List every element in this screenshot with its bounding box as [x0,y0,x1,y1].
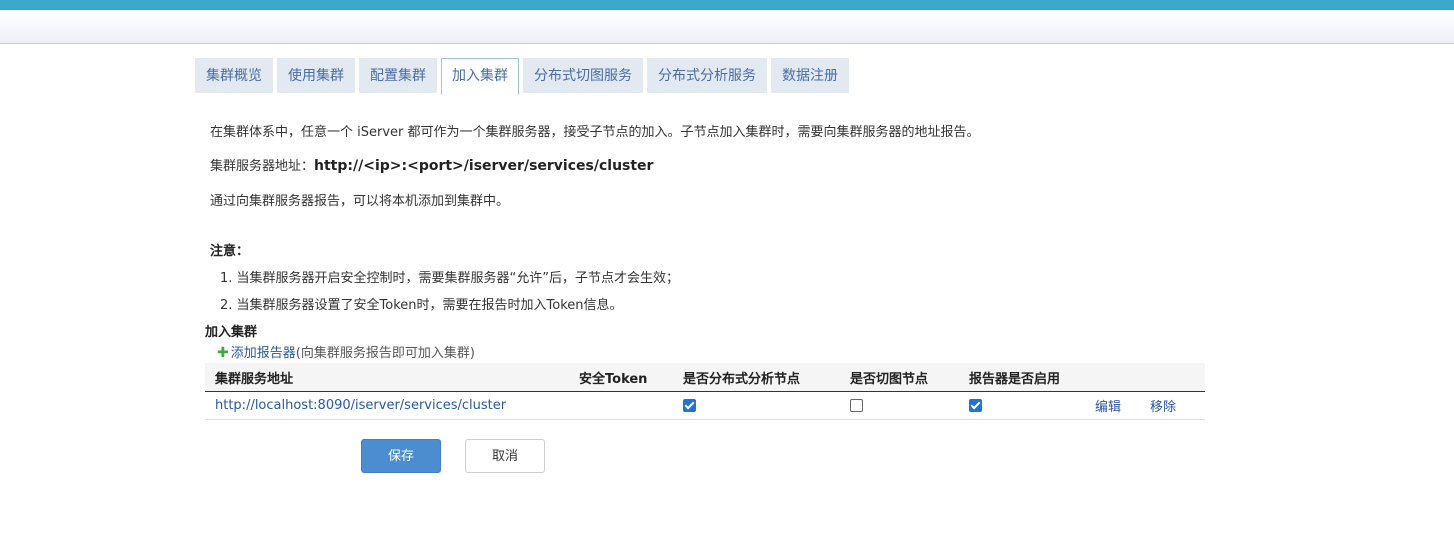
save-button[interactable]: 保存 [361,439,441,473]
top-accent-bar [0,0,1454,10]
remove-link[interactable]: 移除 [1150,400,1176,415]
tab-data-registration[interactable]: 数据注册 [771,58,849,93]
notes-list: 1. 当集群服务器开启安全控制时，需要集群服务器“允许”后，子节点才会生效； 2… [220,269,679,323]
reporter-table: 集群服务地址 安全Token 是否分布式分析节点 是否切图节点 报告器是否启用 … [205,363,1205,420]
header-reporter-enabled: 报告器是否启用 [959,363,1085,392]
edit-link[interactable]: 编辑 [1095,400,1121,415]
plus-icon[interactable]: ✚ [217,345,229,361]
header-analysis-node: 是否分布式分析节点 [673,363,840,392]
intro-text: 在集群体系中，任意一个 iServer 都可作为一个集群服务器，接受子节点的加入… [210,125,980,140]
report-description: 通过向集群服务器报告，可以将本机添加到集群中。 [210,194,510,209]
header-spacer [1140,363,1205,392]
tab-bar: 集群概览 使用集群 配置集群 加入集群 分布式切图服务 分布式分析服务 数据注册 [195,58,853,95]
add-reporter-row: ✚ 添加报告器(向集群服务报告即可加入集群) [217,342,475,361]
note-item: 1. 当集群服务器开启安全控制时，需要集群服务器“允许”后，子节点才会生效； [220,271,680,286]
tab-distributed-tiling[interactable]: 分布式切图服务 [523,58,643,93]
note-item: 2. 当集群服务器设置了安全Token时，需要在报告时加入Token信息。 [220,298,623,313]
header-bar [0,10,1454,44]
table-header-row: 集群服务地址 安全Token 是否分布式分析节点 是否切图节点 报告器是否启用 [205,363,1205,392]
cluster-address-label: 集群服务器地址： [210,159,315,174]
header-cluster-address: 集群服务地址 [205,363,569,392]
cluster-url-link[interactable]: http://localhost:8090/iserver/services/c… [215,398,506,413]
reporter-enabled-checkbox[interactable] [969,399,982,412]
notes-title: 注意： [210,244,250,259]
add-reporter-link[interactable]: 添加报告器 [231,346,296,361]
cluster-address-value: http://<ip>:<port>/iserver/services/clus… [314,158,654,174]
add-reporter-hint: (向集群服务报告即可加入集群) [295,346,475,361]
tab-join-cluster[interactable]: 加入集群 [441,58,519,95]
tab-distributed-analysis[interactable]: 分布式分析服务 [647,58,767,93]
table-row: http://localhost:8090/iserver/services/c… [205,391,1205,420]
join-cluster-title: 加入集群 [205,325,258,340]
cluster-address-line: 集群服务器地址：http://<ip>:<port>/iserver/servi… [210,155,653,174]
cancel-button[interactable]: 取消 [465,439,545,473]
tab-cluster-overview[interactable]: 集群概览 [195,58,273,93]
analysis-node-checkbox[interactable] [683,399,696,412]
tab-use-cluster[interactable]: 使用集群 [277,58,355,93]
header-spacer [1085,363,1140,392]
header-tile-node: 是否切图节点 [840,363,959,392]
tile-node-checkbox[interactable] [850,399,863,412]
tab-configure-cluster[interactable]: 配置集群 [359,58,437,93]
header-security-token: 安全Token [569,363,673,392]
token-cell [569,391,673,420]
